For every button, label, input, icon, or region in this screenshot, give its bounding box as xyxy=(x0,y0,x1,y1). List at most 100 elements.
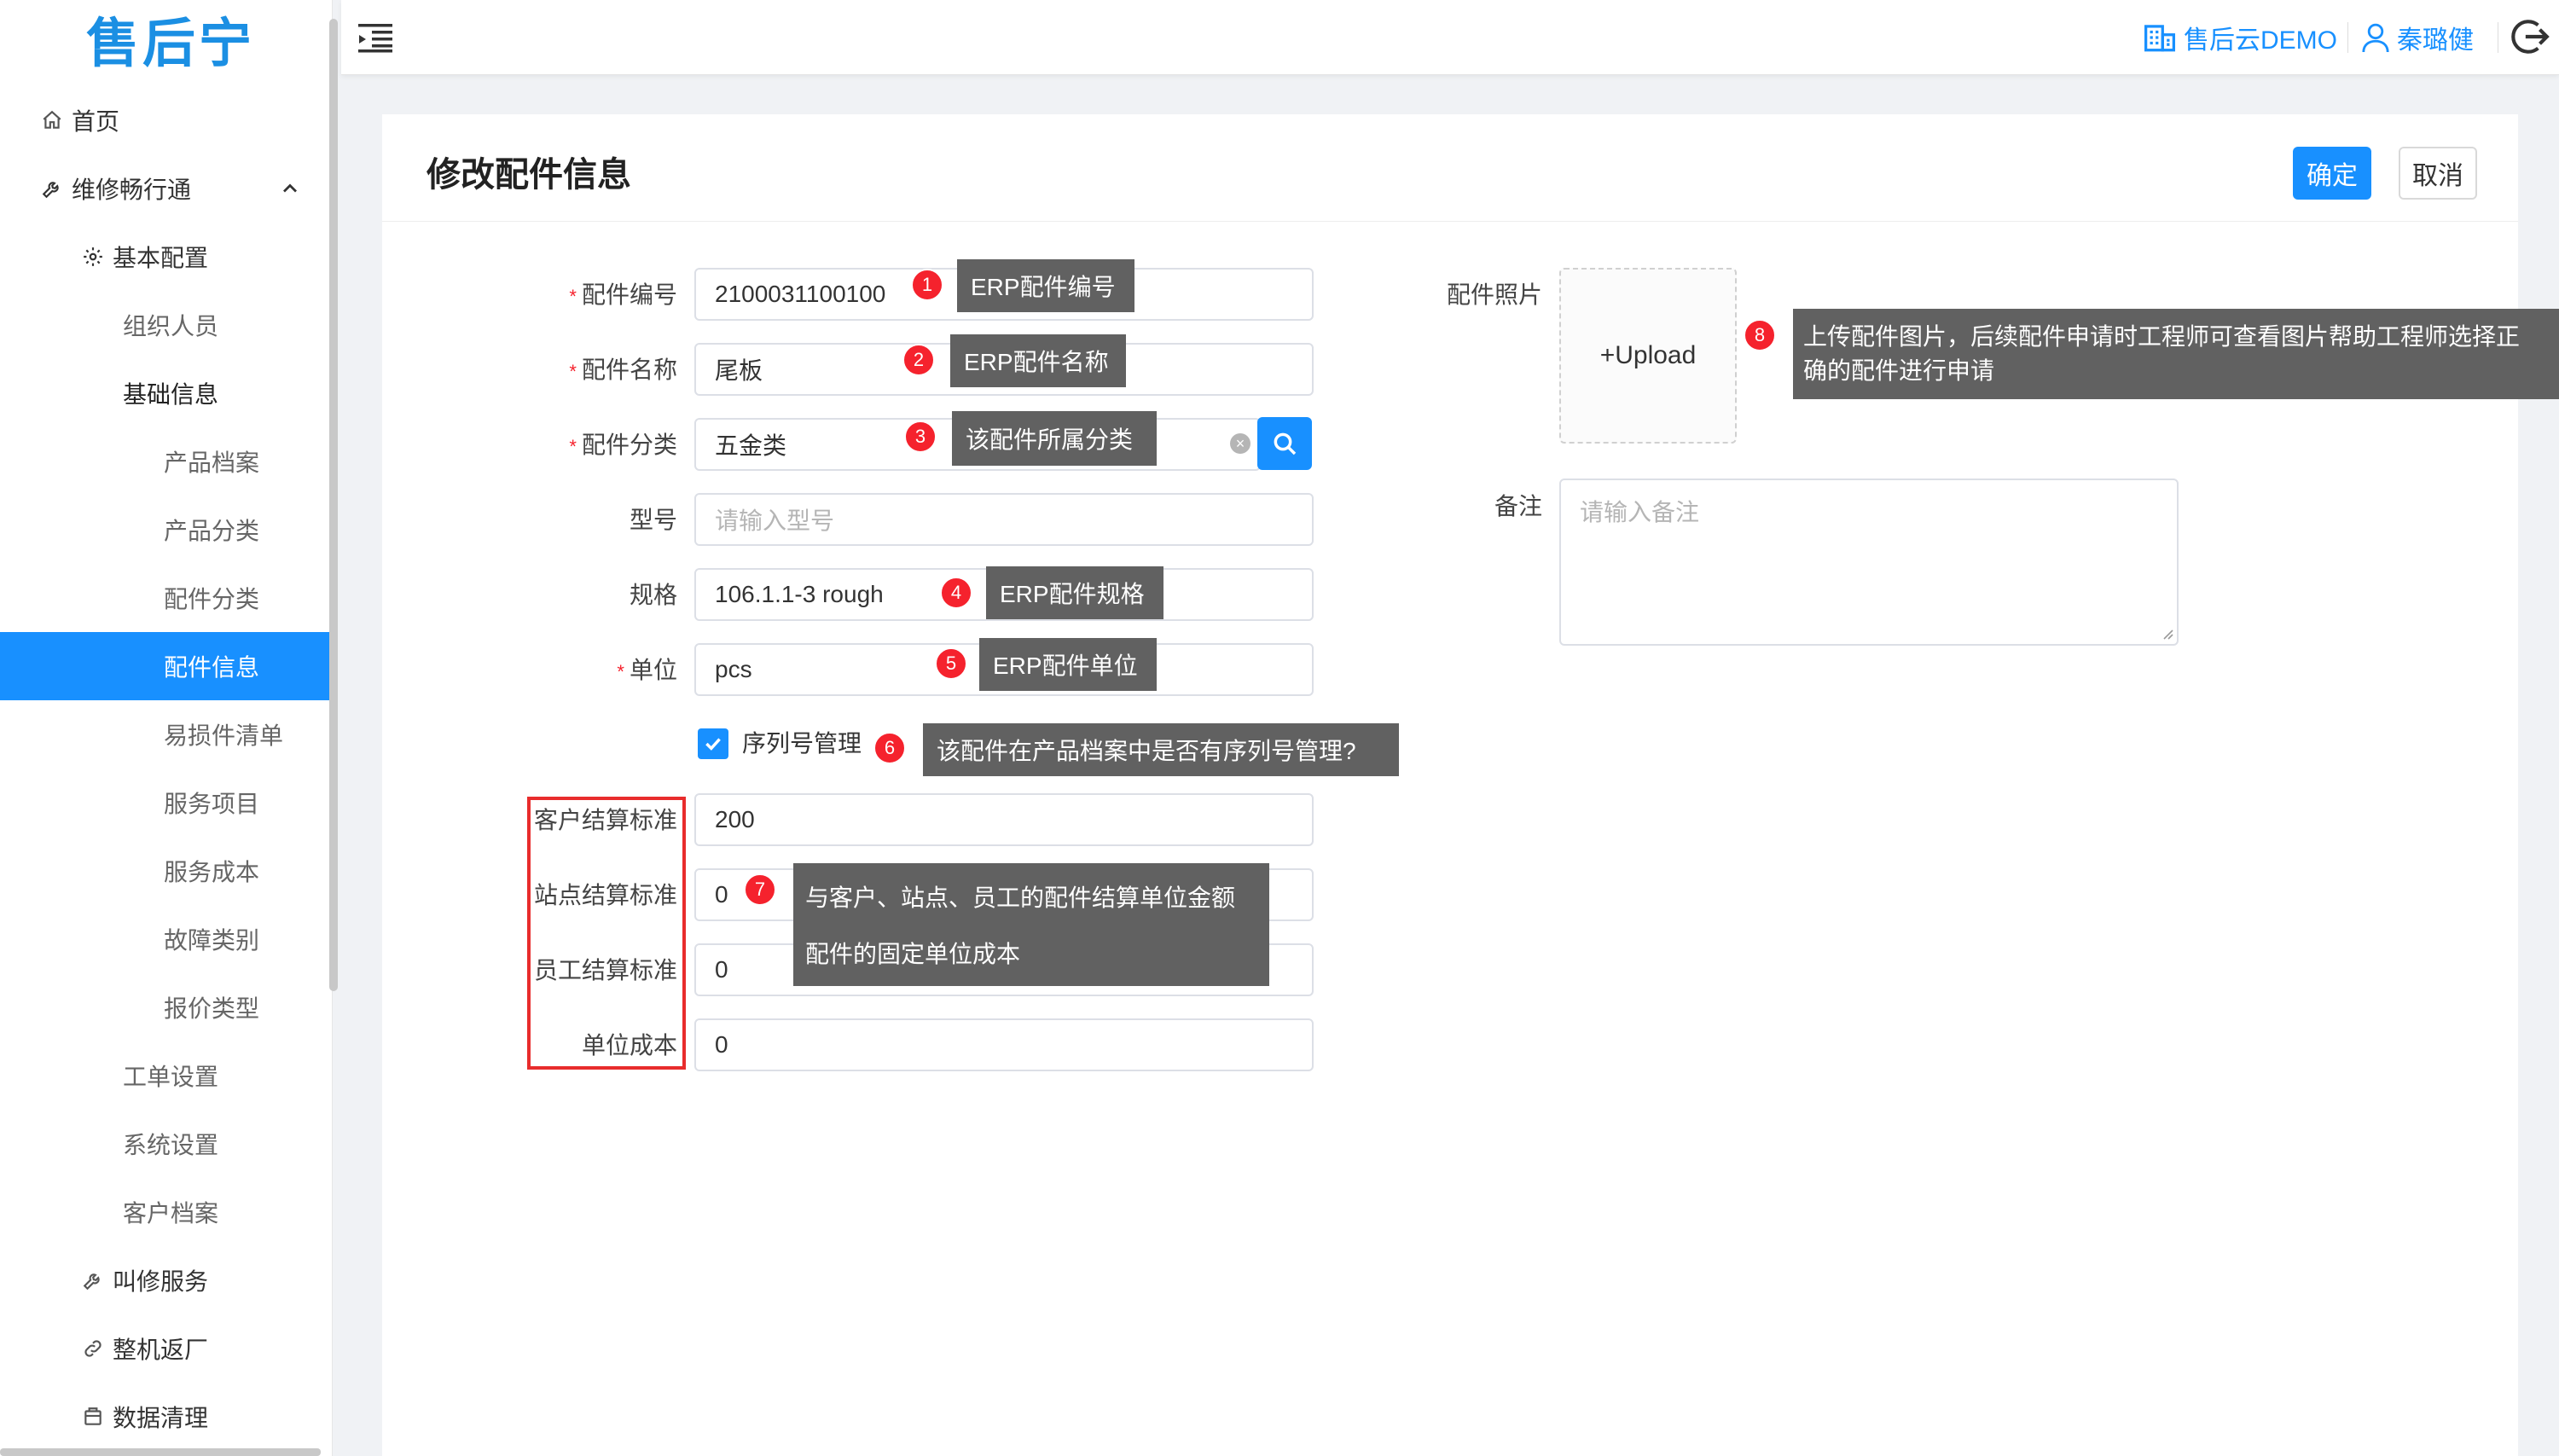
tip-7: 与客户、站点、员工的配件结算单位金额 配件的固定单位成本 xyxy=(793,863,1269,986)
model-label: 型号 xyxy=(629,507,677,533)
resize-grip-icon[interactable] xyxy=(2160,626,2173,640)
page-title: 修改配件信息 xyxy=(426,156,631,194)
link-icon xyxy=(80,1336,106,1361)
sidebar-item-wear-parts[interactable]: 易损件清单 xyxy=(0,700,331,769)
customer-std-input[interactable]: 200 xyxy=(694,793,1314,846)
tip-7-line-2: 配件的固定单位成本 xyxy=(805,941,1021,967)
sidebar-item-system-settings[interactable]: 系统设置 xyxy=(0,1110,331,1178)
code-label: * 配件编号 xyxy=(569,281,677,308)
database-icon xyxy=(80,1404,106,1430)
sidebar: 售后宁 首页 维修畅行通 基本配置 组织人员 基础信息 产品档案 产品分类 配件… xyxy=(0,0,333,1456)
tip-badge-2: 2 xyxy=(902,344,935,376)
sidebar-item-ticket-settings[interactable]: 工单设置 xyxy=(0,1041,331,1110)
sidebar-item-basic-config[interactable]: 基本配置 xyxy=(0,223,331,291)
sidebar-item-label: 产品分类 xyxy=(164,518,260,544)
tip-badge-4: 4 xyxy=(940,577,972,609)
tip-5: ERP配件单位 xyxy=(979,638,1157,691)
check-icon xyxy=(705,738,721,751)
sidebar-item-label: 易损件清单 xyxy=(164,722,284,749)
gear-icon xyxy=(80,244,106,270)
logo-text: 售后宁 xyxy=(85,15,255,73)
tip-8-line-1: 上传配件图片，后续配件申请时工程师可查看图片帮助工程师选择正 xyxy=(1803,323,2521,350)
tip-badge-8: 8 xyxy=(1744,319,1776,351)
user-name: 秦璐健 xyxy=(2397,26,2474,55)
sidebar-item-label: 系统设置 xyxy=(123,1132,219,1158)
search-icon xyxy=(1274,432,1297,455)
sidebar-item-label: 服务项目 xyxy=(164,791,260,817)
card-header: 修改配件信息 确定 取消 xyxy=(382,114,2518,222)
tip-3: 该配件所属分类 xyxy=(952,411,1157,466)
tip-badge-7: 7 xyxy=(744,873,776,906)
sidebar-item-part-category[interactable]: 配件分类 xyxy=(0,564,331,632)
org-name: 售后云DEMO xyxy=(2184,26,2337,55)
tip-badge-3: 3 xyxy=(904,421,937,453)
sidebar-item-label: 配件分类 xyxy=(164,586,260,612)
tip-1: ERP配件编号 xyxy=(957,259,1134,312)
menu-fold-icon xyxy=(358,24,392,53)
wrench-icon xyxy=(39,176,65,201)
sidebar-item-org[interactable]: 组织人员 xyxy=(0,291,331,359)
tip-badge-1: 1 xyxy=(911,269,943,301)
sidebar-item-label: 工单设置 xyxy=(123,1064,219,1090)
org-switcher[interactable]: 售后云DEMO xyxy=(2143,19,2337,56)
sidebar-item-repair[interactable]: 维修畅行通 xyxy=(0,154,331,223)
tip-6: 该配件在产品档案中是否有序列号管理? xyxy=(923,723,1399,776)
unit-cost-input[interactable]: 0 xyxy=(694,1018,1314,1071)
sidebar-item-data-cleanup[interactable]: 数据清理 xyxy=(0,1383,331,1451)
sidebar-item-label: 客户档案 xyxy=(123,1200,219,1227)
sidebar-scrollbar[interactable] xyxy=(329,19,338,991)
sidebar-item-label: 故障类别 xyxy=(164,927,260,954)
tip-7-line-1: 与客户、站点、员工的配件结算单位金额 xyxy=(805,885,1236,911)
sidebar-item-call-service[interactable]: 叫修服务 xyxy=(0,1246,331,1314)
photo-label: 配件照片 xyxy=(1446,281,1542,308)
sidebar-item-label: 整机返厂 xyxy=(113,1337,209,1363)
sidebar-item-service-cost[interactable]: 服务成本 xyxy=(0,837,331,905)
sidebar-item-label: 首页 xyxy=(72,108,120,135)
model-input[interactable]: 请输入型号 xyxy=(694,493,1314,546)
category-search-button[interactable] xyxy=(1257,417,1312,470)
sidebar-item-label: 配件信息 xyxy=(164,654,260,681)
sidebar-item-product-archive[interactable]: 产品档案 xyxy=(0,427,331,496)
remark-textarea[interactable]: 请输入备注 xyxy=(1559,479,2179,646)
sidebar-item-basic-info[interactable]: 基础信息 xyxy=(0,359,331,427)
sidebar-item-label: 基本配置 xyxy=(113,245,209,271)
tip-8: 上传配件图片，后续配件申请时工程师可查看图片帮助工程师选择正 确的配件进行申请 xyxy=(1793,309,2559,399)
sidebar-item-label: 基础信息 xyxy=(123,381,219,408)
tip-8-line-2: 确的配件进行申请 xyxy=(1803,357,1995,384)
logo: 售后宁 xyxy=(78,7,263,73)
clear-icon[interactable]: × xyxy=(1230,433,1250,454)
sidebar-item-fault-types[interactable]: 故障类别 xyxy=(0,905,331,973)
sidebar-item-return-factory[interactable]: 整机返厂 xyxy=(0,1314,331,1383)
sidebar-item-label: 组织人员 xyxy=(123,313,219,339)
chevron-up-icon xyxy=(283,183,297,193)
category-label: * 配件分类 xyxy=(569,432,677,458)
sidebar-item-label: 产品档案 xyxy=(164,450,260,476)
cancel-button[interactable]: 取消 xyxy=(2399,147,2477,200)
upload-button[interactable]: +Upload xyxy=(1559,268,1737,444)
header-divider xyxy=(2347,22,2348,53)
top-header: 售后云DEMO 秦璐健 xyxy=(341,0,2559,75)
sidebar-horizontal-scrollbar[interactable] xyxy=(0,1448,321,1456)
sidebar-item-part-info[interactable]: 配件信息 xyxy=(0,632,331,700)
user-icon xyxy=(2362,23,2389,53)
sidebar-item-product-category[interactable]: 产品分类 xyxy=(0,496,331,564)
remark-label: 备注 xyxy=(1494,493,1542,519)
sidebar-item-label: 数据清理 xyxy=(113,1405,209,1431)
sidebar-item-service-items[interactable]: 服务项目 xyxy=(0,769,331,837)
unit-label: * 单位 xyxy=(617,657,677,683)
home-icon xyxy=(39,107,65,133)
logout-icon xyxy=(2511,20,2550,54)
logout-button[interactable] xyxy=(2508,15,2550,58)
user-menu[interactable]: 秦璐健 xyxy=(2361,19,2474,56)
sidebar-item-home[interactable]: 首页 xyxy=(0,86,331,154)
sidebar-item-customer-archive[interactable]: 客户档案 xyxy=(0,1178,331,1246)
tip-badge-6: 6 xyxy=(873,732,906,764)
confirm-button[interactable]: 确定 xyxy=(2293,147,2371,200)
menu-collapse-button[interactable] xyxy=(357,20,394,55)
tip-4: ERP配件规格 xyxy=(986,566,1163,619)
name-label: * 配件名称 xyxy=(569,357,677,383)
serial-checkbox[interactable] xyxy=(698,728,728,759)
sidebar-item-quote-types[interactable]: 报价类型 xyxy=(0,973,331,1041)
serial-label: 序列号管理 xyxy=(742,730,862,757)
building-icon xyxy=(2144,25,2175,52)
